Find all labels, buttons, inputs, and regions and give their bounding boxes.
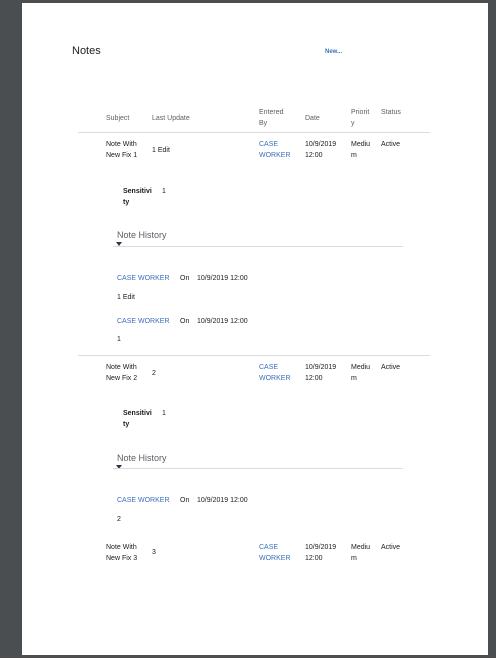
divider: [78, 132, 430, 133]
subject: Note With New Fix 3: [106, 544, 138, 562]
last-update: 1 Edit: [152, 147, 170, 154]
history-on: On: [180, 275, 190, 282]
sensitivity-value: 1: [162, 188, 166, 195]
last-update: 2: [152, 370, 156, 377]
new-note-link[interactable]: New...: [325, 47, 342, 58]
history-on: On: [180, 318, 190, 325]
subject: Note With New Fix 1: [106, 141, 138, 159]
subject: Note With New Fix 2: [106, 364, 138, 382]
priority: Medium: [351, 141, 371, 159]
sensitivity-value: 1: [162, 410, 166, 417]
note-history-toggle[interactable]: Note History: [117, 452, 167, 464]
column-header-date[interactable]: Date: [305, 113, 335, 124]
note-history-toggle[interactable]: Note History: [117, 229, 167, 241]
column-header-subject[interactable]: Subject: [106, 113, 146, 124]
status: Active: [381, 141, 401, 148]
status: Active: [381, 544, 401, 551]
history-user-link[interactable]: CASE WORKER: [117, 495, 170, 506]
column-header-entered-by[interactable]: Entered By: [259, 107, 289, 129]
history-user-link[interactable]: CASE WORKER: [117, 316, 170, 327]
column-header-last-update[interactable]: Last Update: [152, 113, 212, 124]
date: 10/9/2019 12:00: [305, 364, 337, 382]
entered-by-link[interactable]: CASE WORKER: [259, 362, 297, 384]
sensitivity-label: Sensitivity: [123, 188, 152, 206]
page-title: Notes: [72, 45, 101, 57]
divider: [113, 246, 403, 247]
date: 10/9/2019 12:00: [305, 544, 337, 562]
history-text: 1 Edit: [117, 294, 135, 301]
history-date: 10/9/2019 12:00: [197, 497, 248, 504]
divider: [78, 355, 430, 356]
history-text: 2: [117, 516, 121, 523]
divider: [113, 468, 403, 469]
priority: Medium: [351, 364, 371, 382]
page: [22, 3, 488, 655]
column-header-priority[interactable]: Priority: [351, 107, 372, 129]
history-text: 1: [117, 336, 121, 343]
date: 10/9/2019 12:00: [305, 141, 337, 159]
entered-by-link[interactable]: CASE WORKER: [259, 542, 297, 564]
history-date: 10/9/2019 12:00: [197, 318, 248, 325]
entered-by-link[interactable]: CASE WORKER: [259, 139, 297, 161]
history-on: On: [180, 497, 190, 504]
history-user-link[interactable]: CASE WORKER: [117, 273, 170, 284]
sensitivity-label: Sensitivity: [123, 410, 152, 428]
column-header-status[interactable]: Status: [381, 107, 402, 118]
history-date: 10/9/2019 12:00: [197, 275, 248, 282]
priority: Medium: [351, 544, 371, 562]
status: Active: [381, 364, 401, 371]
last-update: 3: [152, 549, 156, 556]
